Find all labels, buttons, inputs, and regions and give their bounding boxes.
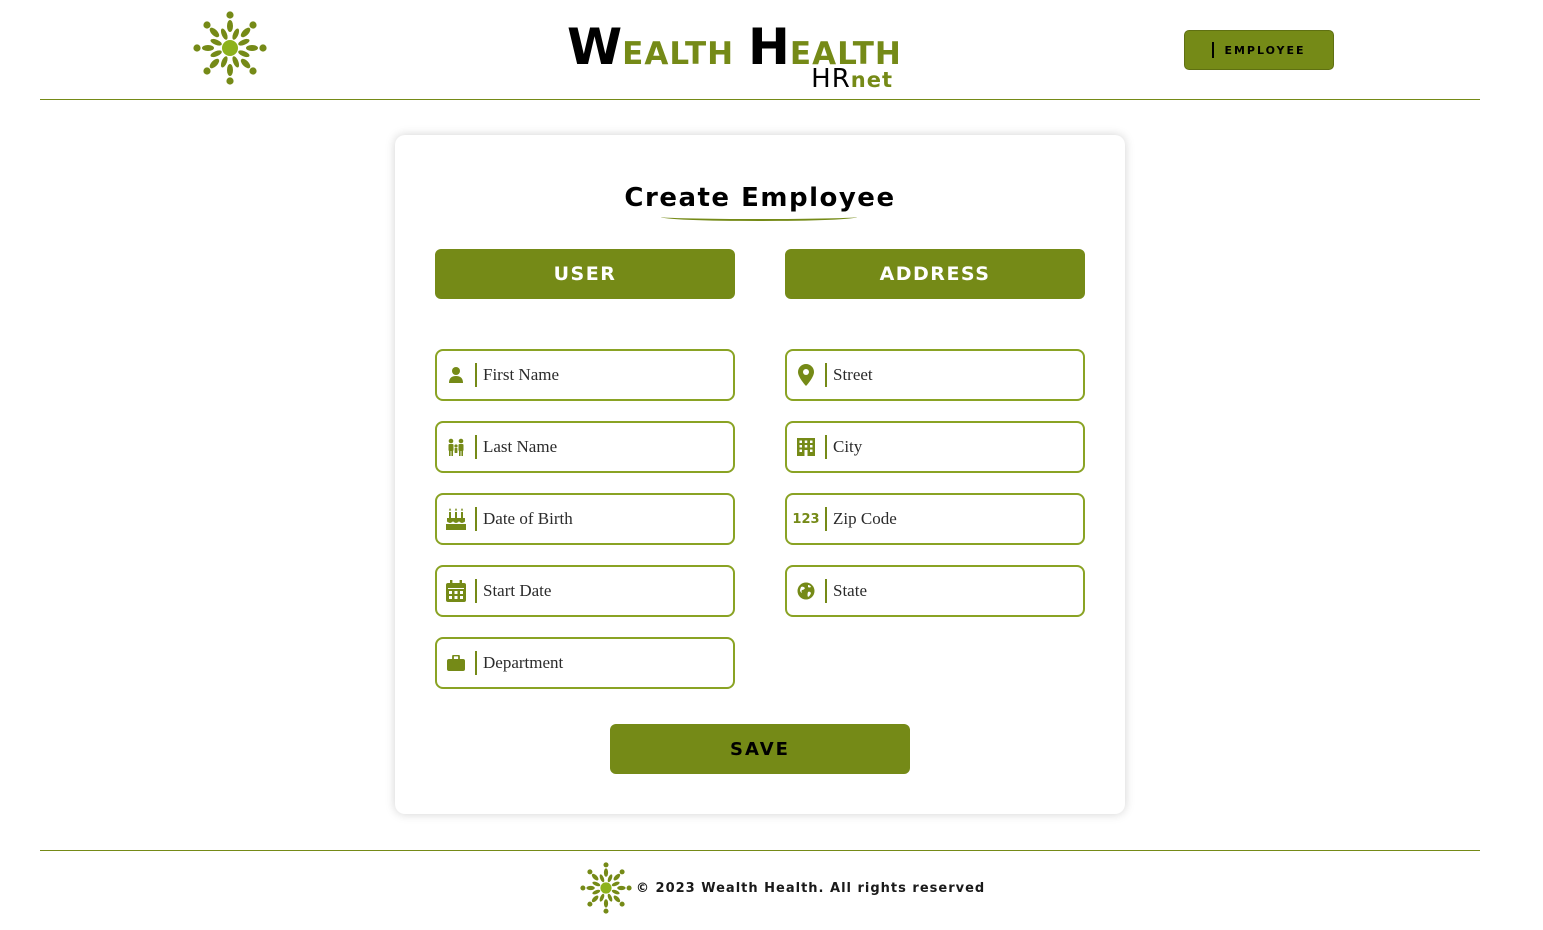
brand-sub-hr: HR (811, 64, 851, 94)
department-input[interactable] (483, 648, 723, 678)
footer: © 2023 Wealth Health. All rights reserve… (578, 860, 985, 916)
city-field[interactable] (785, 421, 1085, 473)
field-divider (475, 651, 477, 675)
number-icon: 123 (787, 495, 825, 543)
start-date-input[interactable] (483, 576, 723, 606)
zip-code-input[interactable] (833, 504, 1073, 534)
employee-nav-label: EMPLOYEE (1224, 43, 1306, 57)
zip-code-field[interactable]: 123 (785, 493, 1085, 545)
briefcase-icon (437, 639, 475, 687)
brand-sub-net: net (850, 68, 893, 92)
title-underline (661, 213, 857, 221)
save-label: SAVE (730, 738, 790, 760)
page-title: Create Employee (624, 183, 896, 213)
state-field[interactable] (785, 565, 1085, 617)
brand-word1-cap: W (567, 18, 623, 76)
date-of-birth-input[interactable] (483, 504, 723, 534)
brand-word1-rest: EALTH (622, 36, 735, 72)
person-icon (437, 351, 475, 399)
date-of-birth-field[interactable] (435, 493, 735, 545)
department-field[interactable] (435, 637, 735, 689)
number-icon-text: 123 (792, 511, 820, 527)
header: WEALTH HEALTH HRnet EMPLOYEE (40, 0, 1480, 100)
create-employee-card: Create Employee USER ADDRESS First Name … (395, 135, 1125, 814)
user-section-label: USER (553, 263, 617, 285)
field-divider (825, 579, 827, 603)
employee-nav-button[interactable]: EMPLOYEE (1184, 30, 1334, 70)
field-divider (475, 579, 477, 603)
last-name-field[interactable] (435, 421, 735, 473)
field-divider (825, 363, 827, 387)
street-field[interactable] (785, 349, 1085, 401)
save-button[interactable]: SAVE (610, 724, 910, 774)
logo-icon (193, 11, 267, 85)
family-icon (437, 423, 475, 471)
field-divider (825, 435, 827, 459)
button-divider (1212, 42, 1215, 58)
brand-title: WEALTH HEALTH HRnet (567, 18, 901, 94)
state-input[interactable] (833, 576, 1073, 606)
footer-logo-icon (580, 862, 632, 914)
field-divider (475, 363, 477, 387)
city-input[interactable] (833, 432, 1073, 462)
footer-divider (40, 850, 1480, 851)
field-divider (475, 435, 477, 459)
user-section-button[interactable]: USER (435, 249, 735, 299)
first-name-field[interactable] (435, 349, 735, 401)
field-divider (825, 507, 827, 531)
copyright-text: © 2023 Wealth Health. All rights reserve… (636, 880, 986, 896)
brand-subtitle: HRnet (811, 64, 893, 94)
location-pin-icon (787, 351, 825, 399)
brand-word2-cap: H (748, 18, 790, 76)
address-section-label: ADDRESS (879, 263, 991, 285)
cake-icon (437, 495, 475, 543)
start-date-field[interactable] (435, 565, 735, 617)
calendar-icon (437, 567, 475, 615)
building-icon (787, 423, 825, 471)
first-name-input[interactable] (483, 360, 723, 390)
last-name-input[interactable] (483, 432, 723, 462)
address-section-button[interactable]: ADDRESS (785, 249, 1085, 299)
field-divider (475, 507, 477, 531)
street-input[interactable] (833, 360, 1073, 390)
globe-icon (787, 567, 825, 615)
